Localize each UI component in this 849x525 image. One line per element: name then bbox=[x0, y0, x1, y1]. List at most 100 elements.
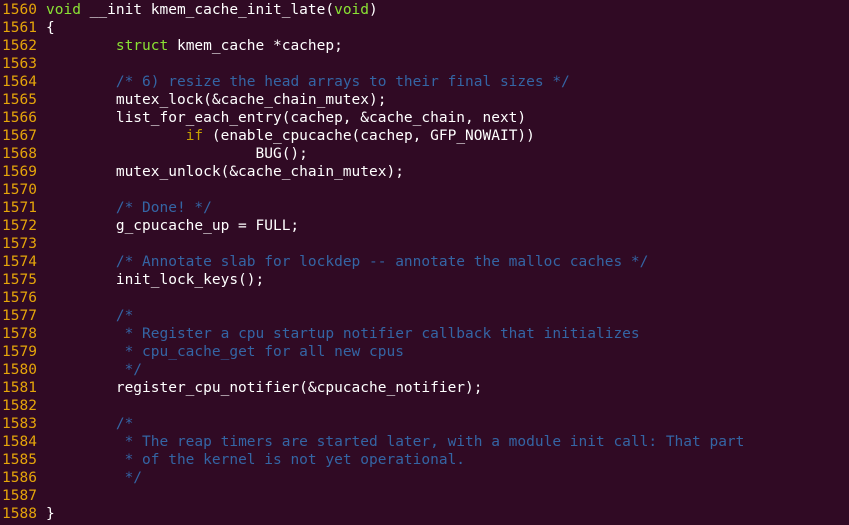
code-text: init_lock_keys(); bbox=[38, 271, 264, 289]
code-line[interactable]: 1572 g_cpucache_up = FULL; bbox=[0, 217, 849, 235]
code-text: /* bbox=[38, 415, 133, 433]
code-line[interactable]: 1564 /* 6) resize the head arrays to the… bbox=[0, 73, 849, 91]
code-line[interactable]: 1573 bbox=[0, 235, 849, 253]
line-number: 1575 bbox=[2, 272, 37, 288]
code-keyword: if bbox=[185, 128, 204, 144]
code-text: * Register a cpu startup notifier callba… bbox=[38, 325, 640, 343]
line-number: 1576 bbox=[2, 290, 37, 306]
code-token: kmem_cache *cachep; bbox=[168, 38, 343, 54]
code-token: mutex_lock(&cache_chain_mutex); bbox=[46, 92, 387, 108]
code-line[interactable]: 1570 bbox=[0, 181, 849, 199]
code-line[interactable]: 1560 void __init kmem_cache_init_late(voi… bbox=[0, 1, 849, 19]
code-editor[interactable]: 1560 void __init kmem_cache_init_late(voi… bbox=[0, 0, 849, 525]
code-line[interactable]: 1575 init_lock_keys(); bbox=[0, 271, 849, 289]
code-token: init_lock_keys(); bbox=[46, 272, 265, 288]
code-text: struct kmem_cache *cachep; bbox=[38, 37, 343, 55]
line-number: 1580 bbox=[2, 362, 37, 378]
line-number: 1587 bbox=[2, 488, 37, 504]
code-line[interactable]: 1588} bbox=[0, 505, 849, 523]
line-number: 1568 bbox=[2, 146, 37, 162]
code-text: * of the kernel is not yet operational. bbox=[38, 451, 465, 469]
line-number: 1570 bbox=[2, 182, 37, 198]
code-text: { bbox=[38, 19, 55, 37]
line-number: 1577 bbox=[2, 308, 37, 324]
code-comment: /* 6) resize the head arrays to their fi… bbox=[115, 74, 570, 90]
line-number: 1579 bbox=[2, 344, 37, 360]
line-number: 1565 bbox=[2, 92, 37, 108]
line-number: 1583 bbox=[2, 416, 37, 432]
code-comment: */ bbox=[124, 362, 143, 378]
code-type-keyword: void bbox=[334, 2, 370, 18]
code-token: mutex_unlock(&cache_chain_mutex); bbox=[46, 164, 404, 180]
code-line[interactable]: 1584 * The reap timers are started later… bbox=[0, 433, 849, 451]
code-comment: /* Done! */ bbox=[115, 200, 212, 216]
line-number: 1573 bbox=[2, 236, 37, 252]
line-number: 1582 bbox=[2, 398, 37, 414]
line-number: 1574 bbox=[2, 254, 37, 270]
code-line[interactable]: 1587 bbox=[0, 487, 849, 505]
line-number: 1581 bbox=[2, 380, 37, 396]
code-text: * The reap timers are started later, wit… bbox=[38, 433, 745, 451]
code-line[interactable]: 1580 */ bbox=[0, 361, 849, 379]
code-token: register_cpu_notifier(&cpucache_notifier… bbox=[46, 380, 483, 396]
line-number: 1584 bbox=[2, 434, 37, 450]
code-type-keyword: void bbox=[46, 2, 81, 18]
code-line[interactable]: 1568 BUG(); bbox=[0, 145, 849, 163]
code-comment: * of the kernel is not yet operational. bbox=[124, 452, 466, 468]
line-number: 1566 bbox=[2, 110, 37, 126]
code-line[interactable]: 1562 struct kmem_cache *cachep; bbox=[0, 37, 849, 55]
line-number: 1586 bbox=[2, 470, 37, 486]
code-line[interactable]: 1577 /* bbox=[0, 307, 849, 325]
code-line[interactable]: 1579 * cpu_cache_get for all new cpus bbox=[0, 343, 849, 361]
line-number: 1569 bbox=[2, 164, 37, 180]
code-text: * cpu_cache_get for all new cpus bbox=[38, 343, 404, 361]
code-line[interactable]: 1576 bbox=[0, 289, 849, 307]
code-text: /* Done! */ bbox=[38, 199, 212, 217]
code-text: */ bbox=[38, 361, 142, 379]
code-line[interactable]: 1574 /* Annotate slab for lockdep -- ann… bbox=[0, 253, 849, 271]
line-number: 1562 bbox=[2, 38, 37, 54]
code-line[interactable]: 1569 mutex_unlock(&cache_chain_mutex); bbox=[0, 163, 849, 181]
line-number: 1561 bbox=[2, 20, 37, 36]
code-line[interactable]: 1561 { bbox=[0, 19, 849, 37]
code-line[interactable]: 1581 register_cpu_notifier(&cpucache_not… bbox=[0, 379, 849, 397]
code-line[interactable]: 1565 mutex_lock(&cache_chain_mutex); bbox=[0, 91, 849, 109]
code-token: (enable_cpucache(cachep, GFP_NOWAIT)) bbox=[203, 128, 535, 144]
code-line[interactable]: 1583 /* bbox=[0, 415, 849, 433]
code-line[interactable]: 1567 if (enable_cpucache(cachep, GFP_NOW… bbox=[0, 127, 849, 145]
code-text: BUG(); bbox=[38, 145, 308, 163]
code-token: g_cpucache_up = FULL; bbox=[46, 218, 300, 234]
code-text: if (enable_cpucache(cachep, GFP_NOWAIT)) bbox=[38, 127, 535, 145]
code-line[interactable]: 1582 bbox=[0, 397, 849, 415]
code-line[interactable]: 1578 * Register a cpu startup notifier c… bbox=[0, 325, 849, 343]
line-number: 1567 bbox=[2, 128, 37, 144]
code-text: } bbox=[38, 505, 55, 523]
code-comment: * cpu_cache_get for all new cpus bbox=[124, 344, 404, 360]
code-line[interactable]: 1563 bbox=[0, 55, 849, 73]
code-line[interactable]: 1585 * of the kernel is not yet operatio… bbox=[0, 451, 849, 469]
line-number: 1563 bbox=[2, 56, 37, 72]
line-number: 1571 bbox=[2, 200, 37, 216]
code-line[interactable]: 1571 /* Done! */ bbox=[0, 199, 849, 217]
code-type-keyword: struct bbox=[115, 38, 169, 54]
code-comment: * Register a cpu startup notifier callba… bbox=[124, 326, 640, 342]
code-line[interactable]: 1566 list_for_each_entry(cachep, &cache_… bbox=[0, 109, 849, 127]
code-line[interactable]: 1586 */ bbox=[0, 469, 849, 487]
code-comment: */ bbox=[124, 470, 143, 486]
line-number: 1578 bbox=[2, 326, 37, 342]
code-lines: 1560 void __init kmem_cache_init_late(voi… bbox=[0, 1, 849, 523]
code-text: /* Annotate slab for lockdep -- annotate… bbox=[38, 253, 649, 271]
line-number: 1572 bbox=[2, 218, 37, 234]
